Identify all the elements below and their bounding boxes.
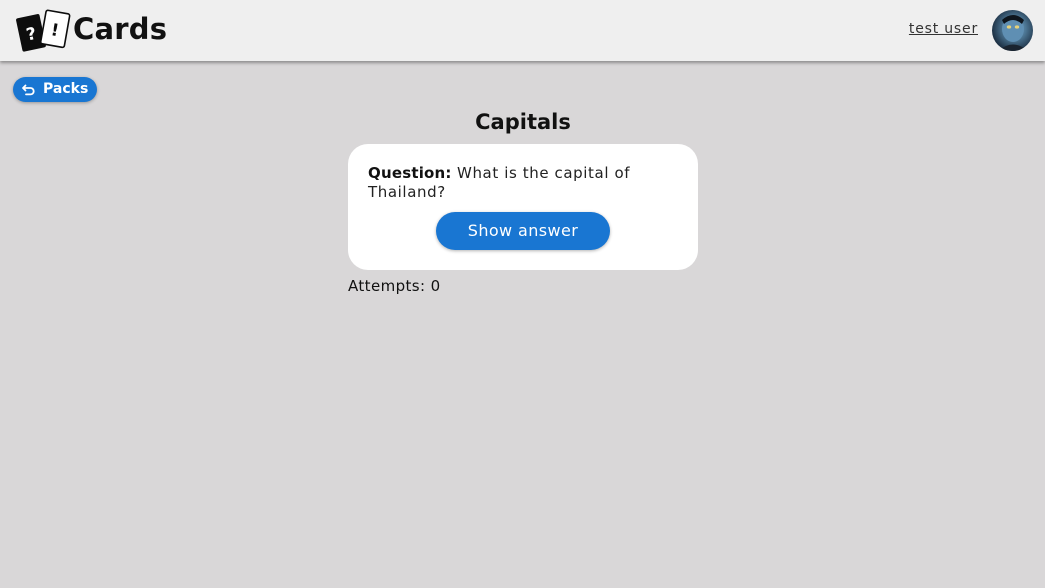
app-header: ? ! Cards test user bbox=[0, 0, 1045, 61]
pack-title: Capitals bbox=[475, 110, 571, 134]
undo-arrow-icon bbox=[22, 84, 35, 96]
attempts-value: 0 bbox=[430, 277, 441, 295]
back-button-label: Packs bbox=[43, 81, 89, 97]
attempts-counter: Attempts: 0 bbox=[348, 276, 441, 296]
avatar-image-icon bbox=[998, 15, 1028, 51]
cards-logo-icon[interactable]: ? ! bbox=[16, 8, 72, 54]
app-title[interactable]: Cards bbox=[73, 10, 167, 48]
question-label: Question: bbox=[368, 164, 452, 182]
back-to-packs-button[interactable]: Packs bbox=[13, 77, 97, 102]
avatar[interactable] bbox=[992, 10, 1033, 51]
show-answer-button[interactable]: Show answer bbox=[436, 212, 610, 250]
user-profile-link[interactable]: test user bbox=[909, 21, 978, 37]
question-card: Question: What is the capital of Thailan… bbox=[348, 144, 698, 270]
attempts-label: Attempts: bbox=[348, 277, 426, 295]
question-text: Question: What is the capital of Thailan… bbox=[368, 164, 668, 202]
